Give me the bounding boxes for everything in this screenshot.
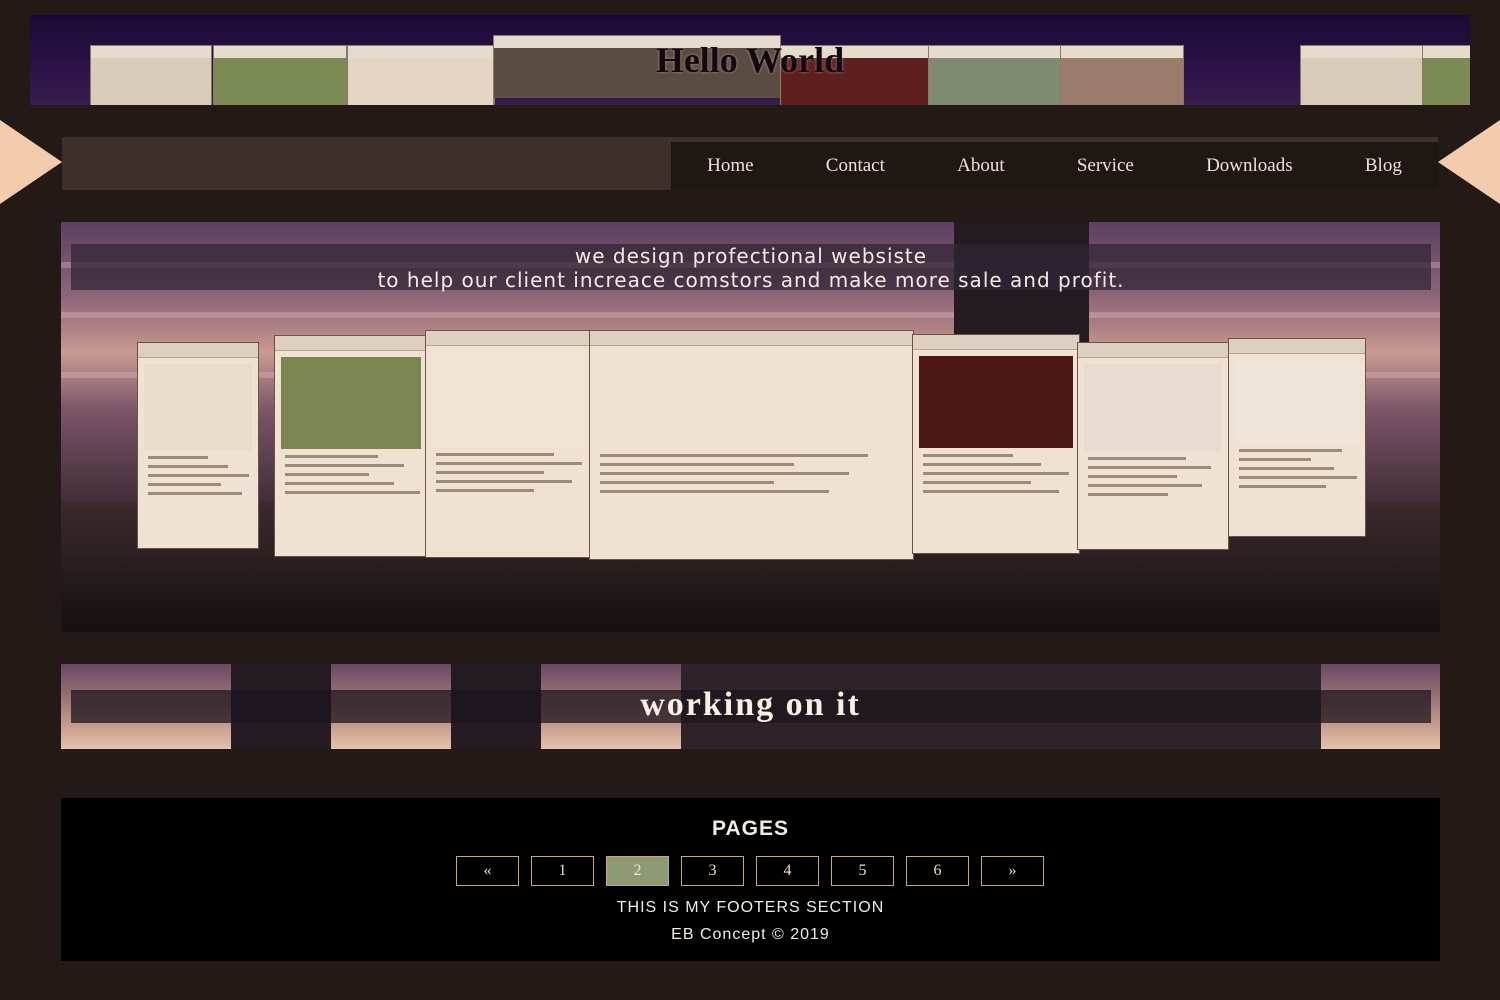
nav-blog[interactable]: Blog <box>1359 151 1408 181</box>
page-6-button[interactable]: 6 <box>906 856 969 886</box>
sky-streak <box>61 312 1440 318</box>
website-preview-card <box>589 330 914 560</box>
preview-text-line <box>148 474 249 478</box>
preview-text-line <box>285 482 395 486</box>
hero-caption-line-1: we design profectional websiste <box>574 244 928 268</box>
preview-text-line <box>436 461 582 465</box>
nav-decor-right <box>1438 120 1500 204</box>
website-preview-card <box>912 334 1080 554</box>
preview-text-line <box>285 455 378 459</box>
preview-hero <box>144 364 252 451</box>
page-3-button[interactable]: 3 <box>681 856 744 886</box>
preview-nav <box>913 335 1079 350</box>
preview-text-line <box>923 480 1031 484</box>
preview-text-line <box>923 471 1070 475</box>
preview-text-line <box>285 491 421 495</box>
preview-text-line <box>600 471 849 475</box>
preview-text-line <box>1088 492 1168 496</box>
hero-caption-line-2: to help our client increace comstors and… <box>377 268 1125 292</box>
preview-text-line <box>1088 456 1186 460</box>
page-2-button[interactable]: 2 <box>606 856 669 886</box>
website-preview-card <box>425 330 591 558</box>
preview-hero <box>919 356 1073 448</box>
page-1-button[interactable]: 1 <box>531 856 594 886</box>
preview-text-line <box>600 462 794 466</box>
website-preview-card <box>1077 342 1229 550</box>
preview-nav <box>138 343 258 358</box>
page-4-button[interactable]: 4 <box>756 856 819 886</box>
preview-text-line <box>285 464 404 468</box>
copyright: EB Concept © 2019 <box>671 926 830 943</box>
preview-text-line <box>1239 466 1335 470</box>
preview-text-line <box>1239 475 1358 479</box>
preview-text-line <box>923 489 1060 493</box>
preview-text-line <box>148 483 222 487</box>
preview-text-line <box>1239 457 1312 461</box>
preview-text-line <box>285 473 369 477</box>
preview-hero <box>281 357 421 450</box>
section-title: working on it <box>640 686 861 723</box>
website-preview-card <box>274 335 428 557</box>
page-prev-button[interactable]: « <box>456 856 519 886</box>
footer-text: THIS IS MY FOOTERS SECTION <box>616 899 885 916</box>
page-5-button[interactable]: 5 <box>831 856 894 886</box>
work-banner: working on it <box>61 664 1440 749</box>
preview-nav <box>1229 339 1365 354</box>
hero-image: we design profectional websiste to help … <box>61 222 1440 632</box>
preview-text-line <box>1088 483 1202 487</box>
preview-text-line <box>436 452 555 456</box>
main-nav: Home Contact About Service Downloads Blo… <box>671 142 1438 190</box>
nav-about[interactable]: About <box>951 151 1011 181</box>
preview-text-line <box>436 479 573 483</box>
preview-text-line <box>436 470 545 474</box>
website-preview-card <box>137 342 259 549</box>
preview-hero <box>1084 364 1222 451</box>
preview-text-line <box>600 453 869 457</box>
preview-nav <box>275 336 427 351</box>
preview-nav <box>426 331 590 346</box>
preview-text-line <box>1088 465 1211 469</box>
preview-hero <box>596 352 907 448</box>
preview-text-line <box>923 462 1041 466</box>
preview-text-line <box>1088 474 1177 478</box>
website-preview-card <box>1228 338 1366 537</box>
preview-hero <box>432 352 584 447</box>
preview-hero <box>1235 360 1359 443</box>
header-banner: Hello World <box>30 15 1470 105</box>
preview-nav <box>1078 343 1228 358</box>
nav-service[interactable]: Service <box>1071 151 1140 181</box>
nav-contact[interactable]: Contact <box>820 151 891 181</box>
nav-downloads[interactable]: Downloads <box>1200 151 1299 181</box>
nav-decor-left <box>0 120 62 204</box>
preview-text-line <box>436 488 535 492</box>
footer: PAGES « 1 2 3 4 5 6 » THIS IS MY FOOTERS… <box>61 798 1440 961</box>
site-title: Hello World <box>655 40 845 80</box>
page-next-button[interactable]: » <box>981 856 1044 886</box>
preview-text-line <box>600 489 830 493</box>
preview-text-line <box>148 492 242 496</box>
preview-text-line <box>1239 484 1327 488</box>
preview-text-line <box>148 465 229 469</box>
preview-text-line <box>923 453 1013 457</box>
pages-heading: PAGES <box>712 817 789 840</box>
pagination: « 1 2 3 4 5 6 » <box>456 856 1044 886</box>
preview-nav <box>590 331 913 346</box>
preview-text-line <box>148 456 208 460</box>
preview-text-line <box>600 480 775 484</box>
preview-text-line <box>1239 448 1343 452</box>
nav-home[interactable]: Home <box>701 151 759 181</box>
hero-caption: we design profectional websiste to help … <box>71 244 1431 292</box>
